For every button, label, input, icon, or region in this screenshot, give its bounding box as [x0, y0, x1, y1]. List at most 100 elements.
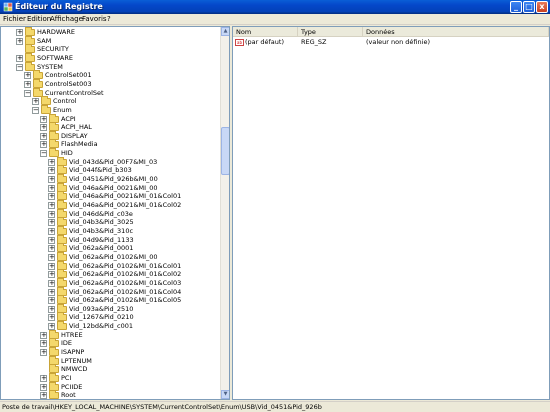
expand-icon[interactable]: +: [48, 236, 55, 244]
tree-node-label: Vid_04d9&Pid_1133: [69, 235, 134, 244]
tree-node-label: DISPLAY: [61, 131, 88, 140]
expand-icon[interactable]: +: [40, 349, 47, 357]
tree-node-label: ControlSet003: [45, 79, 92, 88]
column-header-type[interactable]: Type: [298, 27, 363, 37]
expand-icon[interactable]: +: [48, 262, 55, 270]
tree-node-label: Vid_044f&Pid_b303: [69, 166, 132, 175]
collapse-icon[interactable]: −: [40, 150, 47, 158]
tree-node-label: Vid_04b3&Pid_310c: [69, 226, 134, 235]
expand-icon[interactable]: +: [48, 297, 55, 305]
string-value-icon: ab: [235, 39, 244, 46]
scrollbar-thumb[interactable]: [221, 127, 229, 175]
expand-icon[interactable]: +: [40, 331, 47, 339]
menu-fichier[interactable]: Fichier: [3, 15, 26, 24]
tree-node-label: Vid_062a&Pid_0102&MI_01&Col05: [69, 296, 182, 305]
tree-node-label: ACPI: [61, 114, 76, 123]
tree-node-label: HTREE: [61, 330, 83, 339]
expand-icon[interactable]: +: [48, 288, 55, 296]
expand-icon[interactable]: +: [48, 202, 55, 209]
tree-node-label: Control: [53, 97, 77, 106]
title-bar[interactable]: Éditeur du Registre _ □ x: [0, 0, 550, 14]
expand-icon[interactable]: +: [48, 271, 55, 279]
menu-help[interactable]: ?: [107, 15, 111, 24]
tree-node-label: Vid_062a&Pid_0102&MI_01&Col04: [69, 287, 182, 296]
menu-edition[interactable]: Edition: [27, 15, 51, 24]
expand-icon[interactable]: +: [40, 115, 47, 123]
expand-icon[interactable]: +: [40, 340, 47, 348]
tree-node-label: HARDWARE: [37, 28, 75, 36]
tree-node-label: Vid_0451&Pid_926b&MI_00: [69, 175, 158, 184]
tree-node-label: Vid_062a&Pid_0102&MI_01&Col03: [69, 278, 182, 287]
expand-icon[interactable]: +: [48, 158, 55, 166]
expand-icon[interactable]: +: [40, 124, 47, 132]
maximize-button[interactable]: □: [523, 1, 535, 13]
expand-icon[interactable]: +: [16, 29, 23, 36]
tree-node-label: SOFTWARE: [37, 53, 73, 62]
regedit-icon: [3, 2, 13, 12]
collapse-icon[interactable]: −: [16, 63, 23, 71]
tree-node-label: Vid_046a&Pid_0021&MI_00: [69, 183, 158, 192]
value-data: (valeur non définie): [366, 38, 430, 46]
minimize-button[interactable]: _: [510, 1, 522, 13]
expand-icon[interactable]: +: [32, 98, 39, 106]
scroll-down-icon[interactable]: ▼: [221, 390, 229, 399]
tree-node-label: Vid_043d&Pid_00F7&MI_03: [69, 157, 158, 166]
tree-node-label: ACPI_HAL: [61, 123, 92, 132]
tree-node-label: ISAPNP: [61, 348, 85, 357]
expand-icon[interactable]: +: [48, 219, 55, 227]
scroll-up-icon[interactable]: ▲: [221, 27, 229, 36]
values-list[interactable]: Nom Type Données ab (par défaut) REG_SZ …: [232, 26, 550, 400]
window-title: Éditeur du Registre: [15, 2, 103, 11]
expand-icon[interactable]: +: [48, 314, 55, 322]
expand-icon[interactable]: +: [24, 80, 31, 88]
menu-bar: Fichier Edition Affichage Favoris ?: [0, 14, 550, 25]
value-name: (par défaut): [245, 38, 284, 46]
expand-icon[interactable]: +: [48, 184, 55, 192]
expand-icon[interactable]: +: [16, 54, 23, 62]
tree-node-label: Vid_062a&Pid_0102&MI_00: [69, 252, 158, 261]
expand-icon[interactable]: +: [40, 383, 47, 391]
column-header-data[interactable]: Données: [363, 27, 549, 37]
expand-icon[interactable]: +: [48, 245, 55, 253]
expand-icon[interactable]: +: [48, 193, 55, 201]
folder-icon: [57, 321, 67, 331]
status-path: Poste de travail\HKEY_LOCAL_MACHINE\SYST…: [2, 403, 322, 411]
menu-affichage[interactable]: Affichage: [50, 15, 83, 24]
status-bar: Poste de travail\HKEY_LOCAL_MACHINE\SYST…: [0, 401, 550, 412]
column-header-name[interactable]: Nom: [233, 27, 298, 37]
registry-tree[interactable]: + HARDWARE + SAM SECURITY + SOFTWARE − SYSTEM + Co…: [0, 26, 230, 400]
expand-icon[interactable]: +: [48, 167, 55, 175]
tree-node-label: SECURITY: [37, 45, 69, 54]
tree-node-label: PCIIDE: [61, 382, 83, 391]
expand-icon[interactable]: +: [48, 305, 55, 313]
expand-icon[interactable]: +: [48, 279, 55, 287]
list-item[interactable]: ab (par défaut) REG_SZ (valeur non défin…: [233, 38, 549, 47]
close-button[interactable]: x: [536, 1, 548, 13]
expand-icon[interactable]: +: [48, 210, 55, 218]
tree-node-label: Vid_062a&Pid_0001: [69, 244, 134, 253]
expand-icon[interactable]: +: [40, 132, 47, 140]
tree-node-label: SYSTEM: [37, 62, 63, 71]
expand-icon[interactable]: +: [48, 176, 55, 184]
tree-node-label: Vid_1267&Pid_0210: [69, 313, 134, 322]
tree-node-label: Vid_062a&Pid_0102&MI_01&Col01: [69, 261, 182, 270]
expand-icon[interactable]: +: [24, 72, 31, 80]
value-type: REG_SZ: [301, 38, 327, 46]
tree-scrollbar[interactable]: ▲ ▼: [220, 27, 229, 399]
collapse-icon[interactable]: −: [32, 106, 39, 114]
tree-node-label: Vid_062a&Pid_0102&MI_01&Col02: [69, 270, 182, 279]
expand-icon[interactable]: +: [40, 375, 47, 382]
expand-icon[interactable]: +: [16, 37, 23, 45]
tree-node-label: Root: [61, 391, 76, 400]
tree-node-label: Vid_046a&Pid_0021&MI_01&Col02: [69, 201, 182, 209]
expand-icon[interactable]: +: [40, 392, 47, 399]
tree-node-label: Vid_046a&Pid_0021&MI_01&Col01: [69, 192, 182, 201]
tree-node-label: SAM: [37, 36, 52, 45]
tree-node-label: Vid_046d&Pid_c03e: [69, 209, 133, 218]
tree-node-label: PCI: [61, 374, 72, 382]
expand-icon[interactable]: +: [48, 227, 55, 235]
expand-icon[interactable]: +: [40, 141, 47, 149]
menu-favoris[interactable]: Favoris: [82, 15, 107, 24]
collapse-icon[interactable]: −: [24, 89, 31, 97]
expand-icon[interactable]: +: [48, 253, 55, 261]
